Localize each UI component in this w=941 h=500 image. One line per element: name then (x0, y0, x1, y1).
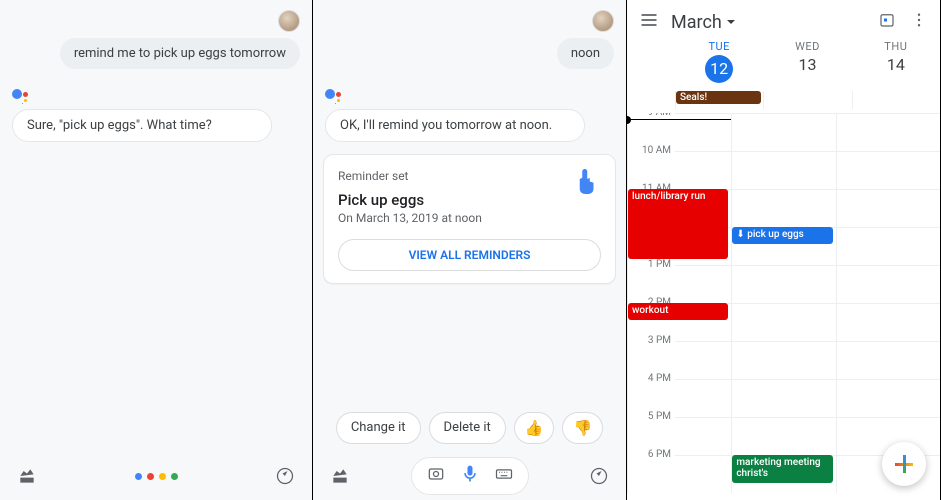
more-icon[interactable] (910, 11, 928, 33)
day-number: 13 (763, 55, 851, 74)
hour-label: 10 AM (627, 145, 671, 156)
hour-label: 6 PM (627, 449, 671, 460)
today-icon[interactable] (878, 11, 896, 33)
days-row: TUE 12 WED 13THU 14 (627, 40, 940, 91)
month-label-text: March (671, 12, 722, 33)
hour-line (675, 341, 940, 342)
plus-icon (895, 455, 913, 473)
updates-icon[interactable] (16, 465, 38, 487)
day-name: TUE (675, 40, 763, 53)
hour-label: 5 PM (627, 411, 671, 422)
suggestion-chips: Change it Delete it 👍 👎 (313, 412, 626, 444)
month-picker[interactable]: March (671, 12, 736, 33)
hour-line (675, 417, 940, 418)
chat-header (0, 0, 312, 32)
day-column[interactable]: TUE 12 (675, 40, 763, 83)
calendar-event[interactable]: marketing meeting christ's (732, 455, 832, 483)
user-avatar[interactable] (592, 10, 614, 32)
hour-line (675, 113, 940, 114)
user-message: noon (557, 38, 614, 69)
hour-line (675, 265, 940, 266)
calendar-header: March (627, 0, 940, 40)
calendar-event[interactable]: lunch/library run (628, 189, 728, 259)
card-header: Reminder set (338, 169, 601, 183)
calendar-grid[interactable]: 9 AM10 AM11 AM12 PM1 PM2 PM3 PM4 PM5 PM6… (627, 113, 940, 493)
chevron-down-icon (726, 17, 736, 27)
mic-icon[interactable] (460, 464, 480, 488)
reminder-card: Reminder set Pick up eggs On March 13, 2… (323, 154, 616, 284)
allday-cell[interactable] (852, 91, 940, 109)
menu-icon[interactable] (639, 10, 659, 34)
reminder-hand-icon (571, 169, 601, 199)
assistant-panel-2: noon OK, I'll remind you tomorrow at noo… (313, 0, 627, 500)
lens-icon[interactable] (426, 464, 446, 488)
assistant-logo-icon (12, 89, 28, 105)
bottom-bar (313, 452, 626, 500)
assistant-row (325, 83, 614, 105)
allday-cell[interactable] (763, 91, 851, 109)
updates-icon[interactable] (329, 465, 351, 487)
allday-event[interactable]: Seals! (676, 91, 761, 104)
column-line (836, 113, 837, 493)
create-event-fab[interactable] (882, 442, 926, 486)
assistant-logo-icon (325, 89, 341, 105)
chip-change-it[interactable]: Change it (336, 412, 421, 444)
day-column[interactable]: WED 13 (763, 40, 851, 83)
card-subtitle: On March 13, 2019 at noon (338, 211, 601, 225)
column-line (731, 113, 732, 493)
assistant-message: OK, I'll remind you tomorrow at noon. (325, 109, 585, 142)
google-dots-icon[interactable] (135, 473, 178, 480)
day-name: WED (763, 40, 851, 53)
chip-thumbs-up[interactable]: 👍 (514, 412, 555, 444)
input-controls (411, 457, 529, 495)
chat-header (313, 0, 626, 32)
chip-delete-it[interactable]: Delete it (429, 412, 506, 444)
hour-label: 4 PM (627, 373, 671, 384)
day-name: THU (852, 40, 940, 53)
explore-icon[interactable] (274, 465, 296, 487)
day-number: 14 (852, 55, 940, 74)
hour-label: 9 AM (627, 113, 671, 118)
calendar-event[interactable]: ⬇ pick up eggs (732, 227, 832, 244)
bottom-bar (0, 452, 312, 500)
user-message: remind me to pick up eggs tomorrow (60, 38, 300, 69)
assistant-row (12, 83, 300, 105)
now-indicator (627, 119, 731, 120)
calendar-event[interactable]: workout (628, 303, 728, 320)
chip-thumbs-down[interactable]: 👎 (562, 412, 603, 444)
keyboard-icon[interactable] (494, 464, 514, 488)
user-avatar[interactable] (278, 10, 300, 32)
allday-cell[interactable]: Seals! (675, 91, 763, 109)
hour-line (675, 151, 940, 152)
explore-icon[interactable] (588, 465, 610, 487)
hour-line (675, 379, 940, 380)
allday-row: Seals! (627, 91, 940, 109)
assistant-message: Sure, "pick up eggs". What time? (12, 109, 272, 142)
day-number: 12 (705, 55, 733, 83)
view-all-reminders-button[interactable]: VIEW ALL REMINDERS (338, 239, 601, 271)
assistant-panel-1: remind me to pick up eggs tomorrow Sure,… (0, 0, 313, 500)
day-column[interactable]: THU 14 (852, 40, 940, 83)
hour-label: 3 PM (627, 335, 671, 346)
card-title: Pick up eggs (338, 191, 601, 209)
hour-label: 1 PM (627, 259, 671, 270)
calendar-panel: March TUE12WED13THU14 Seals! 9 AM10 AM11… (627, 0, 941, 500)
